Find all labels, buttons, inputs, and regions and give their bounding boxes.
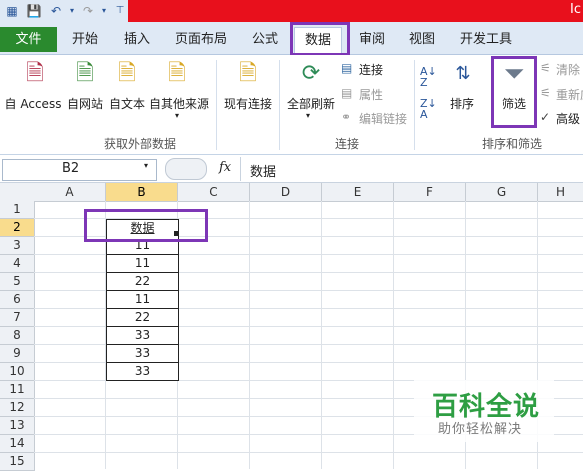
cell-b10[interactable]: 33 <box>106 363 179 381</box>
gridline <box>249 201 250 469</box>
column-header-d[interactable]: D <box>250 183 322 202</box>
column-header-h[interactable]: H <box>538 183 583 202</box>
from-text-button[interactable]: 自文本 <box>106 95 148 112</box>
save-icon[interactable]: 💾 <box>26 3 42 19</box>
window-title: Ic <box>570 2 581 17</box>
redo-icon[interactable]: ↷ <box>80 3 96 19</box>
advanced-filter-icon: ✓ <box>540 110 551 124</box>
row-header-6[interactable]: 6 <box>0 291 35 309</box>
row-header-15[interactable]: 15 <box>0 453 35 471</box>
tab-insert[interactable]: 插入 <box>114 27 160 52</box>
chevron-down-icon: ▾ <box>306 111 311 120</box>
tab-home[interactable]: 开始 <box>62 27 108 52</box>
group-label-sort-filter: 排序和筛选 <box>481 137 542 151</box>
existing-connections-icon: 🗎 <box>239 61 257 86</box>
text-file-icon: 🗎 <box>118 61 136 86</box>
column-header-f[interactable]: F <box>394 183 466 202</box>
refresh-all-button[interactable]: 全部刷新 <box>284 95 338 112</box>
tab-file[interactable]: 文件 <box>0 27 57 52</box>
customize-toolbar-icon[interactable]: ⊤ <box>112 3 128 19</box>
cell-b7[interactable]: 22 <box>106 309 179 327</box>
sort-button[interactable]: 排序 <box>446 95 478 112</box>
row-header-2[interactable]: 2 <box>0 219 35 237</box>
row-header-11[interactable]: 11 <box>0 381 35 399</box>
excel-app-icon: ▦ <box>6 4 18 18</box>
row-header-7[interactable]: 7 <box>0 309 35 327</box>
gridline <box>393 201 394 469</box>
tab-developer[interactable]: 开发工具 <box>455 27 517 52</box>
edit-links-icon: ⚭ <box>341 110 352 124</box>
reapply-button[interactable]: 重新应用 <box>556 86 583 103</box>
row-header-13[interactable]: 13 <box>0 417 35 435</box>
other-sources-icon: 🗎 <box>168 61 186 86</box>
tab-view[interactable]: 视图 <box>402 27 442 52</box>
edit-links-button[interactable]: 编辑链接 <box>359 110 407 127</box>
sort-az-icon[interactable]: A↓ Z <box>420 66 437 88</box>
row-header-9[interactable]: 9 <box>0 345 35 363</box>
group-label-connections: 连接 <box>334 137 359 151</box>
connections-icon: ▤ <box>341 61 353 75</box>
ribbon-separator <box>279 60 280 150</box>
formula-divider <box>240 157 241 181</box>
chevron-down-icon: ▾ <box>175 111 180 120</box>
cell-b9[interactable]: 33 <box>106 345 179 363</box>
tab-formulas[interactable]: 公式 <box>244 27 286 52</box>
sort-icon: ⇅ <box>455 63 471 84</box>
access-icon: 🗎 <box>26 61 44 86</box>
properties-button[interactable]: 属性 <box>359 86 383 103</box>
column-header-a[interactable]: A <box>34 183 106 202</box>
cell-b2-highlight <box>84 209 208 242</box>
column-header-e[interactable]: E <box>322 183 394 202</box>
tab-review[interactable]: 审阅 <box>352 27 392 52</box>
advanced-button[interactable]: 高级 <box>556 110 580 127</box>
cell-b6[interactable]: 11 <box>106 291 179 309</box>
from-other-sources-button[interactable]: 自其他来源 <box>148 95 210 112</box>
from-access-button[interactable]: 自 Access <box>4 95 62 112</box>
formula-bar-resize[interactable] <box>165 158 207 180</box>
reapply-icon: ⚟ <box>540 86 551 100</box>
refresh-all-icon: ⟳ <box>301 61 321 86</box>
clear-button[interactable]: 清除 <box>556 61 580 78</box>
group-label-get-external: 获取外部数据 <box>103 137 176 151</box>
row-header-4[interactable]: 4 <box>0 255 35 273</box>
tab-page-layout[interactable]: 页面布局 <box>170 27 232 52</box>
undo-icon[interactable]: ↶ <box>48 3 64 19</box>
cell-b8[interactable]: 33 <box>106 327 179 345</box>
row-header-10[interactable]: 10 <box>0 363 35 381</box>
select-all-corner[interactable] <box>0 183 35 202</box>
ribbon-separator <box>414 60 415 150</box>
tab-data-highlight <box>290 22 350 56</box>
redo-dropdown-icon[interactable]: ▾ <box>96 3 112 19</box>
column-header-g[interactable]: G <box>466 183 538 202</box>
chevron-down-icon[interactable]: ▾ <box>144 161 148 170</box>
row-header-12[interactable]: 12 <box>0 399 35 417</box>
cell-b5[interactable]: 22 <box>106 273 179 291</box>
fx-icon[interactable]: fx <box>219 160 231 175</box>
gridline <box>34 452 583 453</box>
row-header-8[interactable]: 8 <box>0 327 35 345</box>
clear-filter-icon: ⚟ <box>540 61 551 75</box>
cell-b4[interactable]: 11 <box>106 255 179 273</box>
title-highlight-bar <box>128 0 583 22</box>
name-box-value: B2 <box>62 161 80 176</box>
properties-icon: ▤ <box>341 86 353 100</box>
existing-connections-button[interactable]: 现有连接 <box>220 95 276 112</box>
column-header-c[interactable]: C <box>178 183 250 202</box>
column-header-b[interactable]: B <box>106 183 178 202</box>
watermark-subtitle: 助你轻松解决 <box>438 422 523 437</box>
row-header-1[interactable]: 1 <box>0 201 35 219</box>
connections-button[interactable]: 连接 <box>359 61 383 78</box>
row-header-5[interactable]: 5 <box>0 273 35 291</box>
sort-za-icon[interactable]: Z↓ A <box>420 98 437 120</box>
name-box[interactable] <box>2 159 157 181</box>
filter-highlight <box>491 56 537 128</box>
row-header-3[interactable]: 3 <box>0 237 35 255</box>
row-header-14[interactable]: 14 <box>0 435 35 453</box>
undo-dropdown-icon[interactable]: ▾ <box>64 3 80 19</box>
gridline <box>321 201 322 469</box>
web-icon: 🗎 <box>76 61 94 86</box>
from-web-button[interactable]: 自网站 <box>64 95 106 112</box>
formula-content[interactable]: 数据 <box>250 161 276 180</box>
